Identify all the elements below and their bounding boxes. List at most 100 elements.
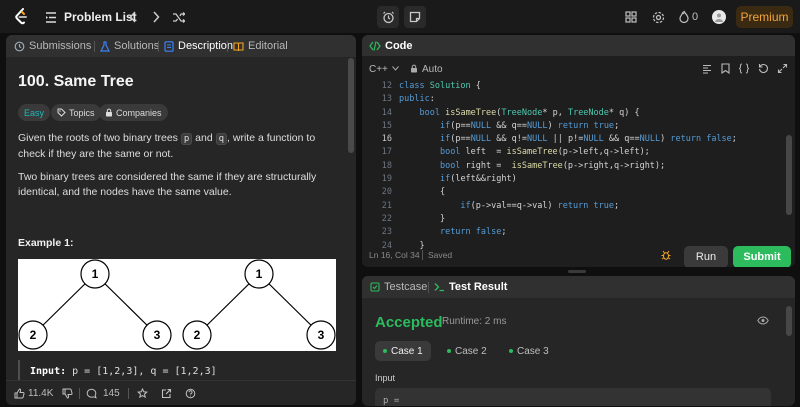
companies-label: Companies	[116, 107, 162, 118]
tab-submissions[interactable]: Submissions	[14, 35, 91, 57]
chevron-down-icon[interactable]	[392, 66, 399, 71]
gear-icon[interactable]	[651, 10, 665, 24]
line-number: 13	[381, 94, 392, 105]
description-panel: Submissions Solutions Description Editor…	[6, 35, 356, 405]
panel-resize-handle[interactable]	[568, 270, 586, 273]
code-status-bar: Ln 16, Col 34 Saved	[362, 243, 795, 267]
braces-icon[interactable]	[738, 63, 750, 74]
streak-flame-icon[interactable]	[678, 9, 690, 24]
tab-divider	[158, 41, 159, 52]
tab-testcase[interactable]: Testcase	[370, 276, 427, 298]
chevron-left-icon[interactable]	[127, 10, 139, 24]
auto-mode-label[interactable]: Auto	[422, 64, 443, 75]
tab-editorial[interactable]: Editorial	[233, 35, 288, 57]
input-label: Input	[375, 373, 396, 383]
tree-node: 2	[194, 328, 201, 342]
input-value-box: p =	[375, 388, 771, 406]
save-status: Saved	[428, 250, 453, 260]
expand-icon[interactable]	[777, 63, 788, 74]
share-button[interactable]	[161, 381, 172, 405]
tab-divider	[94, 41, 95, 52]
tab-solutions-label: Solutions	[114, 40, 160, 52]
line-number: 21	[381, 200, 392, 211]
help-button[interactable]	[185, 381, 196, 405]
test-scrollbar[interactable]	[786, 306, 792, 336]
status-divider	[422, 250, 423, 260]
code-p: p	[180, 133, 193, 145]
code-q: q	[215, 133, 228, 145]
tab-divider	[227, 41, 228, 52]
book-icon	[233, 41, 244, 51]
tab-description[interactable]: Description	[164, 35, 233, 57]
line-number: 22	[381, 213, 392, 224]
premium-button[interactable]: Premium	[736, 6, 793, 28]
bookmark-icon[interactable]	[721, 63, 730, 74]
case-tab-1[interactable]: Case 1	[375, 341, 431, 361]
tab-test-result[interactable]: Test Result	[434, 276, 507, 298]
code-line: bool left = isSameTree(p->left,q->left);	[439, 147, 650, 158]
tag-icon	[57, 108, 66, 117]
thumbs-up-icon	[14, 388, 25, 399]
description-scrollbar[interactable]	[348, 58, 354, 153]
checkbox-icon	[370, 282, 380, 292]
format-align-icon[interactable]	[702, 64, 712, 74]
avatar[interactable]	[712, 10, 726, 24]
example-input-label: Input:	[30, 365, 67, 377]
code-header: Code	[362, 35, 795, 56]
problem-title[interactable]: 100. Same Tree	[18, 73, 134, 91]
footer-divider	[79, 388, 80, 399]
favorite-button[interactable]	[137, 381, 148, 405]
line-number: 18	[381, 160, 392, 171]
notes-icon[interactable]	[404, 6, 426, 28]
history-icon	[14, 41, 25, 51]
code-line: if(p==NULL && q==NULL) return true;	[439, 120, 620, 131]
problem-list-icon[interactable]	[44, 10, 58, 24]
case-label: Case 3	[517, 345, 549, 357]
alarm-clock-icon[interactable]	[377, 6, 399, 28]
companies-button[interactable]: Companies	[99, 104, 168, 121]
like-button[interactable]: 11.4K	[14, 381, 53, 405]
description-paragraph-2: Two binary trees are considered the same…	[18, 171, 317, 198]
thumbs-down-icon	[62, 388, 73, 399]
line-number: 17	[381, 147, 392, 158]
case-tab-2[interactable]: Case 2	[439, 341, 495, 361]
test-result-panel: Testcase Test Result Accepted Runtime: 2…	[362, 276, 795, 406]
pass-dot-icon	[383, 349, 387, 353]
layout-grid-icon[interactable]	[624, 10, 638, 24]
problem-list-link[interactable]: Problem List	[64, 0, 137, 33]
code-editor[interactable]: class Solution { public: bool isSameTree…	[399, 80, 737, 253]
comment-count: 145	[103, 388, 120, 399]
debug-icon[interactable]	[660, 249, 672, 261]
case-tab-3[interactable]: Case 3	[501, 341, 557, 361]
chevron-right-icon[interactable]	[150, 10, 162, 24]
code-line: }	[399, 213, 446, 224]
tab-divider	[428, 282, 429, 293]
line-number: 20	[381, 187, 392, 198]
pass-dot-icon	[447, 349, 451, 353]
leetcode-logo-icon[interactable]	[14, 8, 28, 26]
code-toolbar: C++ Auto	[362, 59, 795, 79]
code-scrollbar[interactable]	[786, 135, 792, 215]
code-line: return false;	[439, 227, 507, 238]
lock-icon	[106, 108, 112, 117]
desc-text: and	[192, 132, 216, 144]
line-number: 15	[381, 120, 392, 131]
streak-count: 0	[692, 10, 699, 23]
case-label: Case 2	[455, 345, 487, 357]
footer-divider	[128, 388, 129, 399]
language-select[interactable]: C++	[369, 64, 388, 75]
comments-button[interactable]: 145	[86, 381, 120, 405]
tab-solutions[interactable]: Solutions	[100, 35, 159, 57]
eye-icon[interactable]	[757, 316, 769, 325]
reset-icon[interactable]	[758, 63, 769, 74]
code-header-title: Code	[385, 39, 413, 52]
run-button[interactable]: Run	[684, 246, 728, 267]
topics-button[interactable]: Topics	[51, 104, 101, 121]
dislike-button[interactable]	[62, 381, 73, 405]
description-tabs: Submissions Solutions Description Editor…	[6, 35, 356, 57]
shuffle-icon[interactable]	[171, 10, 185, 24]
submit-button[interactable]: Submit	[733, 246, 791, 267]
like-count: 11.4K	[28, 388, 54, 399]
difficulty-badge: Easy	[18, 104, 51, 121]
test-tabs: Testcase Test Result	[362, 276, 795, 298]
